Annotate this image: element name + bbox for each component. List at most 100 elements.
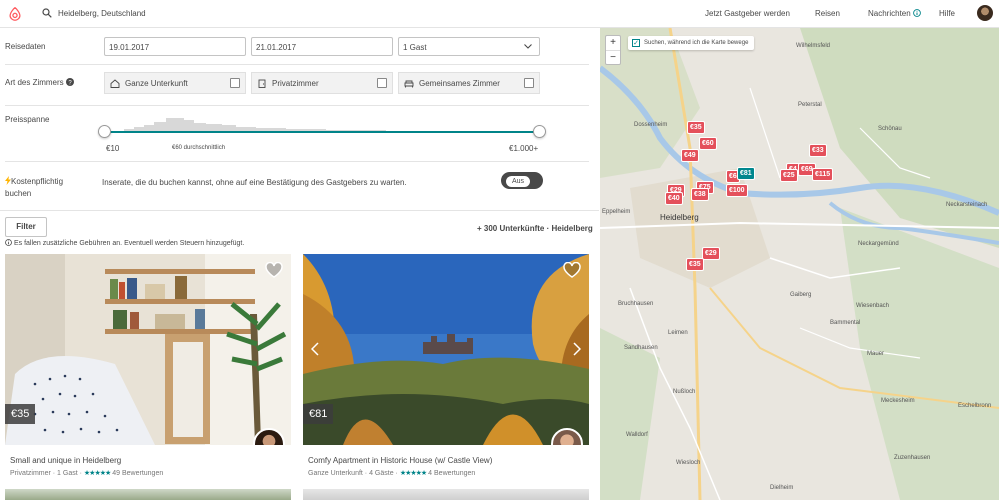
roomtype-private-label: Privatzimmer xyxy=(272,79,319,88)
map-search-toggle[interactable]: ✓ Suchen, während ich die Karte bewege xyxy=(628,36,755,50)
map-label: Wiesloch xyxy=(676,460,701,466)
map-label: Gaiberg xyxy=(790,292,812,298)
price-slider-min-handle[interactable] xyxy=(98,125,111,138)
user-avatar[interactable] xyxy=(977,5,993,21)
listing-title[interactable]: Small and unique in Heidelberg xyxy=(5,456,291,465)
roomtype-shared[interactable]: Gemeinsames Zimmer xyxy=(398,72,540,94)
nav-help[interactable]: Hilfe xyxy=(939,9,955,18)
roomtype-shared-label: Gemeinsames Zimmer xyxy=(419,79,500,88)
map-price-pin[interactable]: €25 xyxy=(780,169,798,182)
info-icon xyxy=(5,239,12,246)
map-label: Sandhausen xyxy=(624,345,658,351)
chevron-left-icon[interactable] xyxy=(311,342,319,356)
dates-label: Reisedaten xyxy=(5,42,46,51)
castle-photo xyxy=(303,254,589,445)
rating-stars: ★★★★★ xyxy=(83,470,111,477)
filter-button[interactable]: Filter xyxy=(5,217,47,237)
listing-reviews: 4 Bewertungen xyxy=(428,470,476,477)
info-icon xyxy=(913,9,921,17)
listing-photo-peek[interactable] xyxy=(303,489,589,500)
map-price-pin[interactable]: €33 xyxy=(809,144,827,157)
price-slider-track[interactable] xyxy=(104,131,540,133)
listing-details: Privatzimmer · 1 Gast · ★★★★★ 49 Bewertu… xyxy=(5,469,291,477)
roomtype-private[interactable]: Privatzimmer xyxy=(251,72,393,94)
map-label: Neckarsteinach xyxy=(946,202,988,208)
checkout-field[interactable]: 21.01.2017 xyxy=(251,37,393,56)
roomtype-entire-checkbox[interactable] xyxy=(230,78,240,88)
roomtype-shared-checkbox[interactable] xyxy=(524,78,534,88)
map-price-pin[interactable]: €29 xyxy=(702,247,720,260)
divider xyxy=(5,161,589,162)
listing-title[interactable]: Comfy Apartment in Historic House (w/ Ca… xyxy=(303,456,589,465)
instant-book-label-line1: Kostenpflichtig xyxy=(11,177,64,186)
map-canvas xyxy=(600,28,999,500)
house-icon xyxy=(110,79,120,88)
zoom-in-button[interactable]: + xyxy=(606,36,620,51)
map-panel[interactable]: + − ✓ Suchen, während ich die Karte beweg… xyxy=(600,28,999,500)
map-price-pin[interactable]: €35 xyxy=(687,121,705,134)
fee-note: Es fallen zusätzliche Gebühren an. Event… xyxy=(5,239,244,247)
listing-type: Privatzimmer · 1 Gast · xyxy=(10,470,82,477)
map-label: Peterstal xyxy=(798,102,822,108)
checkin-field[interactable]: 19.01.2017 xyxy=(104,37,246,56)
map-label: Bammental xyxy=(830,320,861,326)
roomtype-label-text: Art des Zimmers xyxy=(5,78,64,87)
map-price-pin[interactable]: €60 xyxy=(699,137,717,150)
map-price-pin[interactable]: €49 xyxy=(681,149,699,162)
map-price-pin[interactable]: €115 xyxy=(812,168,834,181)
instant-book-label: Kostenpflichtig buchen xyxy=(5,176,63,200)
nav-become-host[interactable]: Jetzt Gastgeber werden xyxy=(705,9,790,18)
price-min: €10 xyxy=(106,144,120,153)
nav-messages[interactable]: Nachrichten xyxy=(868,9,921,18)
couch-icon xyxy=(404,80,414,88)
top-header: Heidelberg, Deutschland Jetzt Gastgeber … xyxy=(0,0,999,28)
guests-select[interactable]: 1 Gast xyxy=(398,37,540,56)
help-icon[interactable]: ? xyxy=(65,78,74,86)
checkbox-checked-icon[interactable]: ✓ xyxy=(632,39,640,47)
price-label: Preisspanne xyxy=(5,115,50,124)
listing-price: €35 xyxy=(5,404,36,424)
fee-note-text: Es fallen zusätzliche Gebühren an. Event… xyxy=(13,240,245,247)
price-slider-max-handle[interactable] xyxy=(533,125,546,138)
chevron-down-icon xyxy=(524,44,532,49)
map-label: Heidelberg xyxy=(660,213,699,222)
location-search[interactable]: Heidelberg, Deutschland xyxy=(42,8,146,18)
roomtype-label: Art des Zimmers ? xyxy=(5,78,74,87)
room-photo xyxy=(5,254,291,445)
roomtype-private-checkbox[interactable] xyxy=(377,78,387,88)
zoom-out-button[interactable]: − xyxy=(606,51,620,65)
nav-trips[interactable]: Reisen xyxy=(815,9,840,18)
map-price-pin[interactable]: €40 xyxy=(665,192,683,205)
map-label: Wiesenbach xyxy=(856,303,890,309)
map-price-pin[interactable]: €35 xyxy=(686,258,704,271)
search-icon xyxy=(42,8,52,18)
map-label: Nußloch xyxy=(673,389,696,395)
instant-book-label-line2: buchen xyxy=(5,189,32,198)
map-label: Mauer xyxy=(867,351,885,357)
listing-card[interactable]: €81 Comfy Apartment in Historic House (w… xyxy=(303,254,589,477)
airbnb-logo-icon[interactable] xyxy=(8,6,22,22)
door-icon xyxy=(258,79,266,88)
listing-reviews: 49 Bewertungen xyxy=(112,470,164,477)
listing-card[interactable]: €35 Small and unique in Heidelberg Priva… xyxy=(5,254,291,477)
map-price-pin[interactable]: €100 xyxy=(726,184,748,197)
listing-photo[interactable]: €35 xyxy=(5,254,291,445)
instant-book-toggle-label: Aus xyxy=(506,176,530,187)
instant-book-toggle[interactable]: Aus xyxy=(501,172,543,189)
rating-stars: ★★★★★ xyxy=(399,470,427,477)
roomtype-entire[interactable]: Ganze Unterkunft xyxy=(104,72,246,94)
heart-icon[interactable] xyxy=(265,262,283,278)
search-results-panel: Reisedaten 19.01.2017 21.01.2017 1 Gast … xyxy=(0,28,599,500)
nav-messages-label: Nachrichten xyxy=(868,9,911,18)
map-label: Dossenheim xyxy=(634,122,668,128)
map-price-pin[interactable]: €38 xyxy=(691,188,709,201)
divider xyxy=(5,105,589,106)
divider xyxy=(0,210,599,211)
listing-photo[interactable]: €81 xyxy=(303,254,589,445)
map-label: Zuzenhausen xyxy=(894,455,931,461)
listing-type: Ganze Unterkunft · 4 Gäste · xyxy=(308,470,398,477)
listing-photo-peek[interactable] xyxy=(5,489,291,500)
heart-icon[interactable] xyxy=(563,262,581,278)
map-price-pin-selected[interactable]: €81 xyxy=(737,167,755,180)
chevron-right-icon[interactable] xyxy=(573,342,581,356)
